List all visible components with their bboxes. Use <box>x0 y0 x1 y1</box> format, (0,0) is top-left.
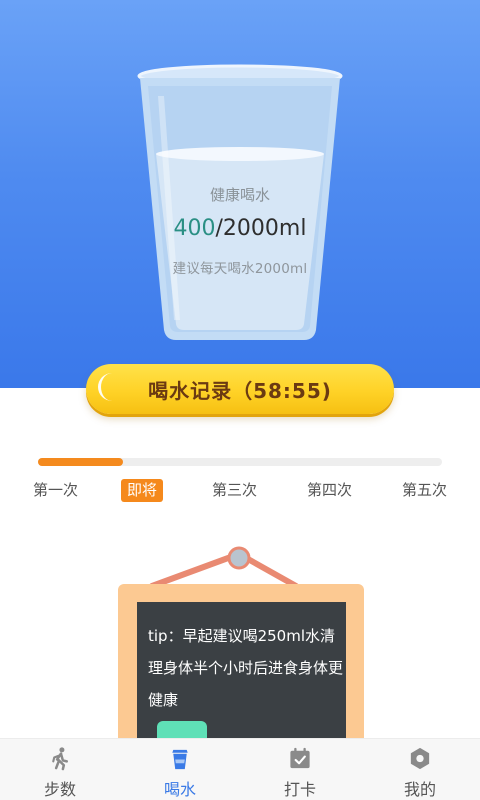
water-amount: 400/2000ml <box>136 216 344 241</box>
goal-amount: /2000ml <box>215 216 307 241</box>
tab-water-label: 喝水 <box>163 780 196 799</box>
tip-text: tip：早起建议喝250ml水清理身体半个小时后进食身体更健康 <box>148 627 344 709</box>
drink-record-label: 喝水记录（58:55) <box>148 378 332 403</box>
glass-title: 健康喝水 <box>209 186 270 204</box>
step-fifth[interactable]: 第五次 <box>402 479 447 502</box>
tab-profile-label: 我的 <box>403 780 436 799</box>
tab-checkin-label: 打卡 <box>283 780 316 799</box>
step-fourth[interactable]: 第四次 <box>307 479 352 502</box>
step-first[interactable]: 第一次 <box>33 479 78 502</box>
tab-steps-label: 步数 <box>43 780 76 799</box>
tab-checkin[interactable]: 打卡 <box>240 739 360 800</box>
calendar-check-icon <box>290 747 310 769</box>
drink-progress-fill <box>38 458 123 466</box>
current-amount: 400 <box>173 216 216 241</box>
tab-profile[interactable]: 我的 <box>360 739 480 800</box>
tab-water[interactable]: 喝水 <box>120 739 240 800</box>
tab-steps[interactable]: 步数 <box>0 739 120 800</box>
walking-icon <box>52 747 68 771</box>
drink-progress-bar <box>38 458 442 466</box>
cup-icon <box>172 749 188 770</box>
step-third[interactable]: 第三次 <box>212 479 257 502</box>
step-upcoming[interactable]: 即将 <box>121 479 164 502</box>
drink-record-button[interactable]: 喝水记录（58:55) <box>86 364 394 414</box>
daily-goal-hint: 建议每天喝水2000ml <box>172 261 308 277</box>
button-shine <box>98 373 112 401</box>
hexagon-settings-icon <box>410 747 430 770</box>
bottom-tab-bar: 步数 喝水 打卡 我的 <box>0 738 480 800</box>
